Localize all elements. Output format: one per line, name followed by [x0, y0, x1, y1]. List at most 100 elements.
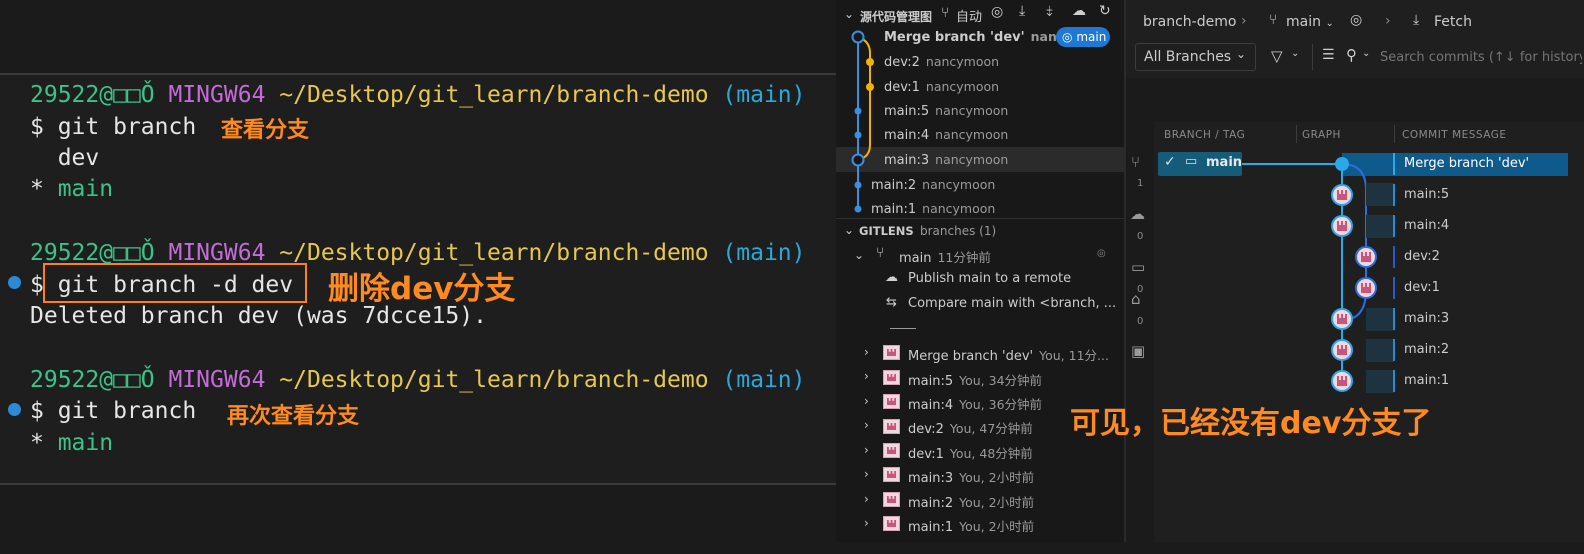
commit-message[interactable]: main:2 [1404, 342, 1449, 357]
commit-author: nancymoon [925, 54, 1000, 69]
chevron-right-icon[interactable]: › [864, 516, 869, 530]
merge-node[interactable] [1335, 157, 1349, 171]
refresh-icon[interactable]: ↻ [1099, 3, 1111, 19]
commit-node[interactable] [1355, 246, 1377, 268]
chevron-right-icon[interactable]: › [864, 394, 869, 408]
gitlens-commit-row[interactable]: Merge branch 'dev' You, 11分... [908, 345, 1109, 364]
commit-message: main:2 [871, 178, 917, 193]
avatar [883, 443, 900, 458]
command-line: $ git branch [30, 114, 197, 140]
chevron-down-icon: ⌄ [1325, 18, 1334, 29]
chevron-right-icon[interactable]: › [864, 369, 869, 383]
auto-label[interactable]: 自动 [956, 6, 982, 25]
commit-message[interactable]: dev:2 [1404, 249, 1440, 264]
commit-message[interactable]: main:1 [1404, 373, 1449, 388]
remote-count: 0 [1137, 231, 1144, 242]
scm-commit-row[interactable]: Merge branch 'dev' nan... [884, 29, 1071, 45]
chevron-right-icon[interactable]: › [864, 467, 869, 481]
pull-icon[interactable]: ⤈ [1046, 3, 1052, 19]
chevron-right-icon[interactable]: › [864, 443, 869, 457]
search-icon[interactable]: ⚲ [1346, 46, 1357, 64]
command-line: $ git branch [30, 398, 197, 424]
commit-node[interactable] [1331, 339, 1353, 361]
output-line: * main [30, 174, 113, 204]
commit-node[interactable] [1355, 277, 1377, 299]
scm-commit-row[interactable]: main:2 nancymoon [871, 177, 995, 193]
publish-action[interactable]: Publish main to a remote [908, 271, 1071, 286]
column-header-branch[interactable]: BRANCH / TAG [1164, 129, 1245, 141]
branches-dropdown[interactable]: All Branches ⌄ [1135, 43, 1256, 71]
filter-icon[interactable]: ▽ [1271, 47, 1283, 65]
commit-message: main:3 [908, 471, 954, 486]
commit-node[interactable] [1331, 308, 1353, 330]
divider [1312, 44, 1313, 70]
chevron-down-icon[interactable]: ⌄ [844, 223, 854, 237]
gitlens-commit-row[interactable]: dev:2 You, 47分钟前 [908, 418, 1033, 437]
fetch-icon[interactable]: ⤓ [1019, 3, 1025, 19]
commit-message[interactable]: dev:1 [1404, 280, 1440, 295]
target-icon[interactable]: ◎ [1350, 12, 1362, 28]
branch-badge[interactable]: ◎ main [1056, 27, 1110, 47]
scm-commit-row[interactable]: main:3 nancymoon [884, 152, 1008, 168]
branch-icon[interactable]: ⑂ [1131, 153, 1140, 171]
chevron-down-icon[interactable]: ⌄ [1291, 48, 1299, 59]
scm-commit-row[interactable]: main:4 nancymoon [884, 127, 1008, 143]
row-highlight [1366, 183, 1394, 206]
current-branch: main [57, 176, 114, 202]
scm-commit-row[interactable]: dev:1 nancymoon [884, 79, 999, 95]
chevron-right-icon[interactable]: › [864, 418, 869, 432]
gitlens-commit-row[interactable]: main:3 You, 2小时前 [908, 467, 1034, 486]
list-filter-icon[interactable]: ☰ [1322, 47, 1335, 63]
target-icon[interactable]: ◎ [991, 4, 1003, 20]
scm-commit-row[interactable]: main:1 nancymoon [871, 201, 995, 217]
gitlens-commit-row[interactable]: main:2 You, 2小时前 [908, 492, 1034, 511]
cloud-upload-icon[interactable]: ☁ [1072, 3, 1086, 19]
commit-node[interactable] [1331, 370, 1353, 392]
chevron-right-icon[interactable]: › [864, 492, 869, 506]
target-icon: ◎ [1062, 30, 1073, 44]
scm-commit-row[interactable]: main:5 nancymoon [884, 103, 1008, 119]
gitlens-branch-row[interactable]: main 11分钟前 [899, 247, 991, 266]
command-decoration-icon[interactable] [8, 403, 21, 416]
divider [1296, 125, 1297, 143]
gitlens-commit-row[interactable]: main:4 You, 36分钟前 [908, 394, 1042, 413]
row-highlight [1366, 215, 1394, 238]
repo-name[interactable]: branch-demo [1143, 14, 1236, 30]
column-header-graph[interactable]: GRAPH [1302, 129, 1341, 141]
gitlens-commit-row[interactable]: main:1 You, 2小时前 [908, 516, 1034, 535]
current-marker: * [30, 176, 58, 202]
compare-icon: ⇆ [886, 295, 897, 310]
chevron-down-icon[interactable]: ⌄ [1362, 48, 1370, 59]
column-header-message[interactable]: COMMIT MESSAGE [1402, 129, 1507, 141]
branch-chip[interactable]: ✓ ▭ main [1158, 152, 1242, 176]
commit-node[interactable] [1331, 184, 1353, 206]
gitlens-commit-row[interactable]: main:5 You, 34分钟前 [908, 370, 1042, 389]
command-decoration-icon[interactable] [8, 276, 21, 289]
commit-message: dev:2 [884, 55, 920, 70]
branch-selector[interactable]: main ⌄ [1286, 14, 1334, 30]
compare-action[interactable]: Compare main with <branch, ... [908, 296, 1116, 311]
chevron-down-icon[interactable]: ⌄ [854, 248, 864, 262]
commit-message[interactable]: main:4 [1404, 218, 1449, 233]
stash-icon[interactable]: ▭ [1131, 258, 1145, 276]
gitlens-commit-row[interactable]: dev:1 You, 48分钟前 [908, 443, 1033, 462]
commit-node[interactable] [1331, 215, 1353, 237]
scm-commit-graph [851, 30, 874, 213]
scm-commit-row[interactable]: dev:2 nancymoon [884, 54, 999, 70]
fetch-button[interactable]: Fetch [1434, 14, 1472, 30]
branch-icon[interactable]: ⑂ [941, 5, 949, 21]
row-marker [1393, 370, 1395, 392]
commit-message[interactable]: Merge branch 'dev' [1404, 156, 1529, 171]
commit-message[interactable]: main:3 [1404, 311, 1449, 326]
commit-message[interactable]: main:5 [1404, 187, 1449, 202]
tag-icon[interactable]: ⌂ [1131, 290, 1141, 308]
branch-icon: ⑂ [876, 245, 885, 261]
commit-meta: You, 2小时前 [959, 519, 1035, 534]
cloud-icon[interactable]: ☁ [1130, 205, 1145, 223]
target-icon[interactable]: ◎ [1097, 248, 1106, 259]
search-input[interactable] [1380, 47, 1582, 67]
annotation-view-again: 再次查看分支 [227, 404, 360, 429]
chevron-right-icon[interactable]: › [864, 345, 869, 359]
worktree-icon[interactable]: ▣ [1131, 342, 1145, 360]
chevron-down-icon[interactable]: ⌄ [844, 7, 854, 21]
